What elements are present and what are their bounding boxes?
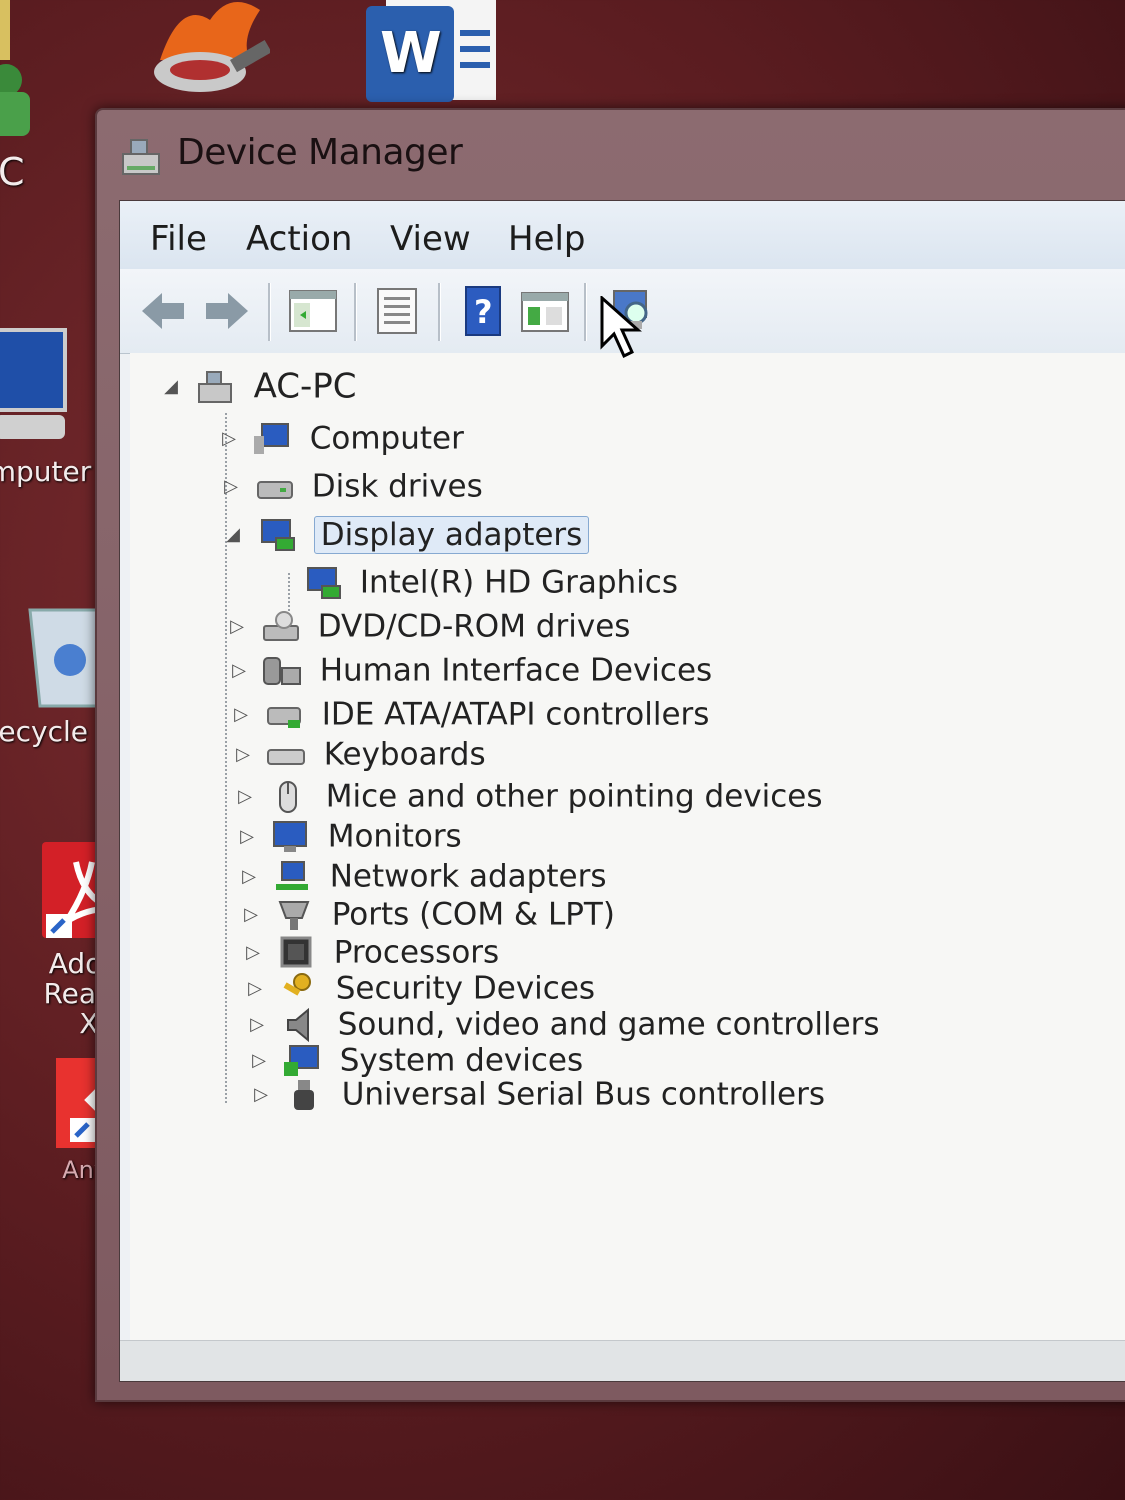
window-client-area: File Action View Help ? ◢ AC-PC ▷ Comput… [119,200,1125,1382]
keyboard-icon [266,748,305,765]
tree-item-disk-drives[interactable]: ▷ Disk drives [218,465,483,505]
expand-arrow-icon[interactable]: ▷ [230,735,256,775]
tree-item-intel-hd-graphics[interactable]: Intel(R) HD Graphics [302,561,678,601]
expand-arrow-icon[interactable]: ▷ [232,777,258,817]
display-icon [260,518,295,551]
tree-item-mice[interactable]: ▷ Mice and other pointing devices [232,775,823,817]
disk-icon [256,480,293,499]
tree-item-label: Intel(R) HD Graphics [359,564,679,601]
tree-item-keyboards[interactable]: ▷ Keyboards [230,733,486,773]
computer-icon [253,422,289,454]
toolbar-separator [354,283,357,341]
forward-icon[interactable] [200,285,254,337]
expand-arrow-icon[interactable]: ▷ [238,895,264,935]
monitor-icon [272,820,307,852]
mouse-icon [278,780,297,813]
tree-root[interactable]: ◢ AC-PC [158,365,357,407]
menu-file[interactable]: File [150,219,207,259]
expand-arrow-icon[interactable]: ▷ [234,817,260,857]
desktop-word-icon[interactable]: W [366,0,500,117]
computer-root-icon [197,370,232,403]
desktop-user-icon[interactable] [0,0,40,147]
tree-item-label: Ports (COM & LPT) [331,896,615,933]
tree-item-display-adapters[interactable]: ◢ Display adapters [220,513,590,555]
svg-text:?: ? [474,293,493,331]
expand-arrow-icon[interactable]: ▷ [228,695,254,735]
show-hide-console-tree-icon[interactable] [286,285,340,337]
tree-item-label: Keyboards [323,736,486,773]
tree-item-computer[interactable]: ▷ Computer [216,417,464,457]
tree-item-label: Disk drives [311,468,483,505]
toolbar-separator [438,283,441,341]
tree-item-label: Universal Serial Bus controllers [341,1076,825,1113]
toolbar-separator [268,283,271,341]
tree-item-ide-ata-atapi-controllers[interactable]: ▷ IDE ATA/ATAPI controllers [228,693,709,733]
hid-icon [262,656,301,685]
tree-item-label: Mice and other pointing devices [325,778,823,815]
ide-icon [266,706,301,728]
properties-icon[interactable] [370,285,424,337]
tree-item-label: Display adapters [313,515,590,554]
tree-item-security-devices[interactable]: ▷ Security Devices [242,967,595,1007]
back-icon[interactable] [136,285,190,337]
menu-bar: File Action View Help [120,201,1125,270]
svg-text:W: W [380,21,442,86]
expand-arrow-icon[interactable]: ▷ [226,651,252,691]
desktop-burner-icon[interactable] [140,0,272,107]
menu-action[interactable]: Action [246,219,352,259]
expand-arrow-icon[interactable]: ▷ [216,419,242,459]
network-icon [275,860,308,890]
tree-item-label: DVD/CD-ROM drives [317,608,631,645]
display-icon [307,566,341,599]
tree-item-sound-video-game[interactable]: ▷ Sound, video and game controllers [244,1003,880,1043]
mouse-cursor-icon [600,296,642,359]
tree-item-ports[interactable]: ▷ Ports (COM & LPT) [238,893,615,933]
device-manager-icon [122,139,160,175]
help-icon[interactable]: ? [456,285,510,337]
tree-item-label: Monitors [327,818,462,855]
tree-item-label: Processors [333,934,500,971]
menu-help[interactable]: Help [508,219,586,259]
tree-item-human-interface-devices[interactable]: ▷ Human Interface Devices [226,649,712,689]
status-bar [120,1340,1125,1381]
tree-item-monitors[interactable]: ▷ Monitors [234,815,462,855]
tree-item-usb-controllers[interactable]: ▷ Universal Serial Bus controllers [248,1073,825,1113]
expand-arrow-icon[interactable]: ▷ [236,857,262,897]
tree-item-processors[interactable]: ▷ Processors [240,931,499,971]
title-bar[interactable]: Device Manager [97,110,1125,198]
window-title: Device Manager [177,132,463,173]
menu-view[interactable]: View [390,219,471,259]
tree-item-label: Security Devices [335,970,596,1007]
tree-item-label: Sound, video and game controllers [337,1006,880,1043]
update-driver-icon[interactable] [518,285,572,337]
tree-item-network-adapters[interactable]: ▷ Network adapters [236,855,606,895]
tree-item-label: Computer [309,420,464,457]
desktop-c-label: C [0,150,25,194]
dvd-icon [262,610,299,641]
expand-arrow-icon[interactable]: ▷ [224,607,250,647]
desktop-computer-icon[interactable]: mputer [0,320,110,487]
tree-item-label: Human Interface Devices [319,652,713,689]
expand-arrow-icon[interactable]: ▷ [218,467,244,507]
port-icon [278,900,310,930]
processor-icon [280,936,312,967]
security-icon [283,972,311,996]
device-tree: ◢ AC-PC ▷ Computer ▷ Disk drives ◢ Displ… [130,353,1125,1341]
toolbar-separator [584,283,587,341]
tree-root-label: AC-PC [253,366,357,407]
desktop-computer-label: mputer [0,455,92,488]
tree-item-label: IDE ATA/ATAPI controllers [321,696,710,733]
sound-icon [286,1007,309,1042]
usb-icon [293,1079,314,1110]
tree-item-dvd-cd-rom-drives[interactable]: ▷ DVD/CD-ROM drives [224,605,630,645]
collapse-arrow-icon[interactable]: ◢ [158,367,184,407]
collapse-arrow-icon[interactable]: ◢ [220,515,246,555]
expand-arrow-icon[interactable]: ▷ [248,1075,274,1115]
tree-item-label: Network adapters [329,858,607,895]
